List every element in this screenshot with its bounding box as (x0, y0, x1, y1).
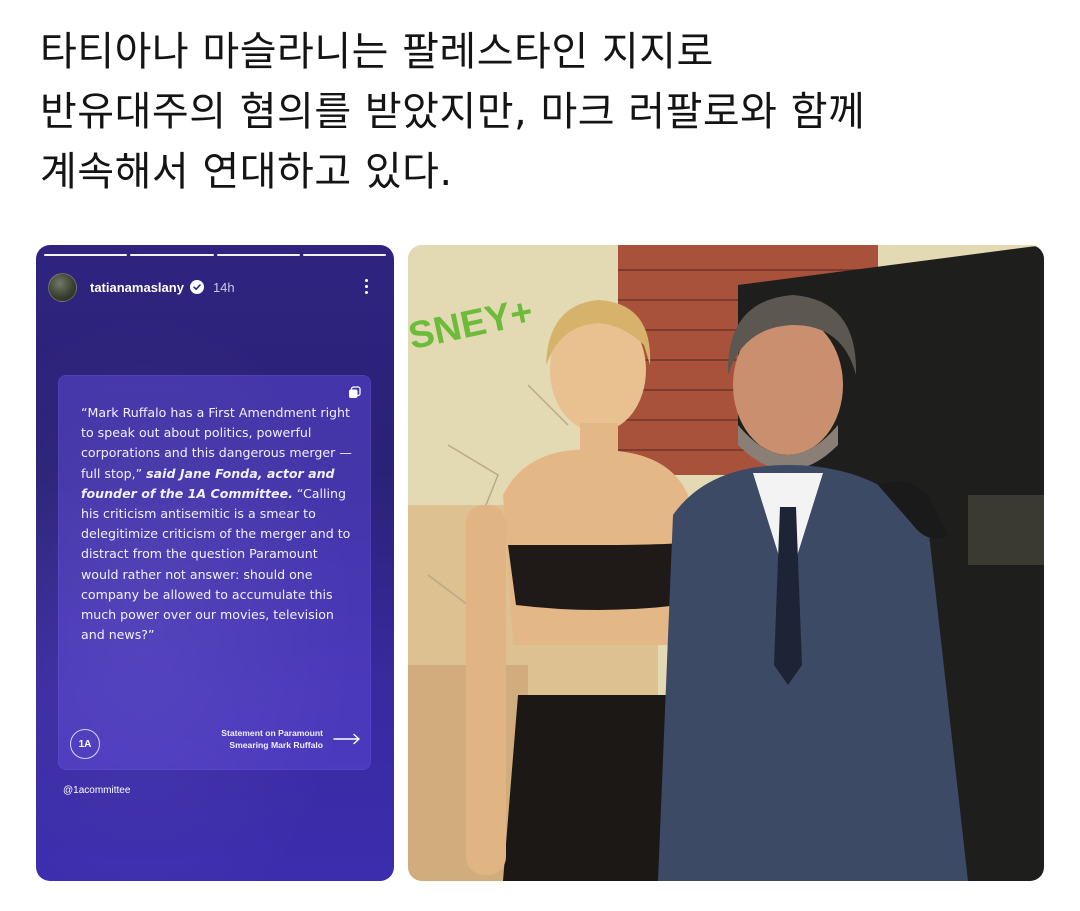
red-carpet-photo[interactable]: SNEY+ (408, 245, 1044, 881)
quote-rest: “Calling his criticism antisemitic is a … (81, 485, 351, 643)
post-headline: 타티아나 마슬라니는 팔레스타인 지지로 반유대주의 혐의를 받았지만, 마크 … (40, 22, 1040, 202)
copy-icon (349, 386, 361, 398)
story-progress-bar (44, 254, 386, 256)
instagram-story-image[interactable]: tatianamaslany 14h “Mark Ruffalo has a F… (36, 245, 394, 881)
progress-segment (216, 254, 300, 256)
verified-badge-icon (189, 280, 204, 294)
story-header: tatianamaslany 14h (48, 272, 382, 302)
statement-link[interactable]: Statement on Paramount Smearing Mark Ruf… (221, 727, 361, 751)
progress-segment (302, 254, 386, 256)
progress-segment (130, 254, 214, 256)
story-timestamp: 14h (212, 279, 235, 295)
statement-line-1: Statement on Paramount (221, 728, 323, 738)
photo-illustration: SNEY+ (408, 245, 1044, 881)
quote-card[interactable]: “Mark Ruffalo has a First Amendment righ… (58, 375, 371, 770)
headline-line-3: 계속해서 연대하고 있다. (40, 149, 453, 195)
more-options-icon[interactable] (356, 276, 376, 296)
1a-committee-logo: 1A (70, 729, 100, 759)
arrow-right-icon (333, 733, 361, 745)
avatar[interactable] (48, 272, 77, 302)
progress-segment (44, 254, 128, 256)
mention-handle[interactable]: @1acommittee (63, 785, 130, 796)
statement-label: Statement on Paramount Smearing Mark Ruf… (221, 727, 323, 751)
headline-line-1: 타티아나 마슬라니는 팔레스타인 지지로 (40, 29, 714, 75)
quote-text: “Mark Ruffalo has a First Amendment righ… (81, 403, 353, 645)
story-username[interactable]: tatianamaslany (90, 280, 184, 295)
statement-line-2: Smearing Mark Ruffalo (229, 740, 323, 750)
headline-line-2: 반유대주의 혐의를 받았지만, 마크 러팔로와 함께 (40, 89, 866, 135)
